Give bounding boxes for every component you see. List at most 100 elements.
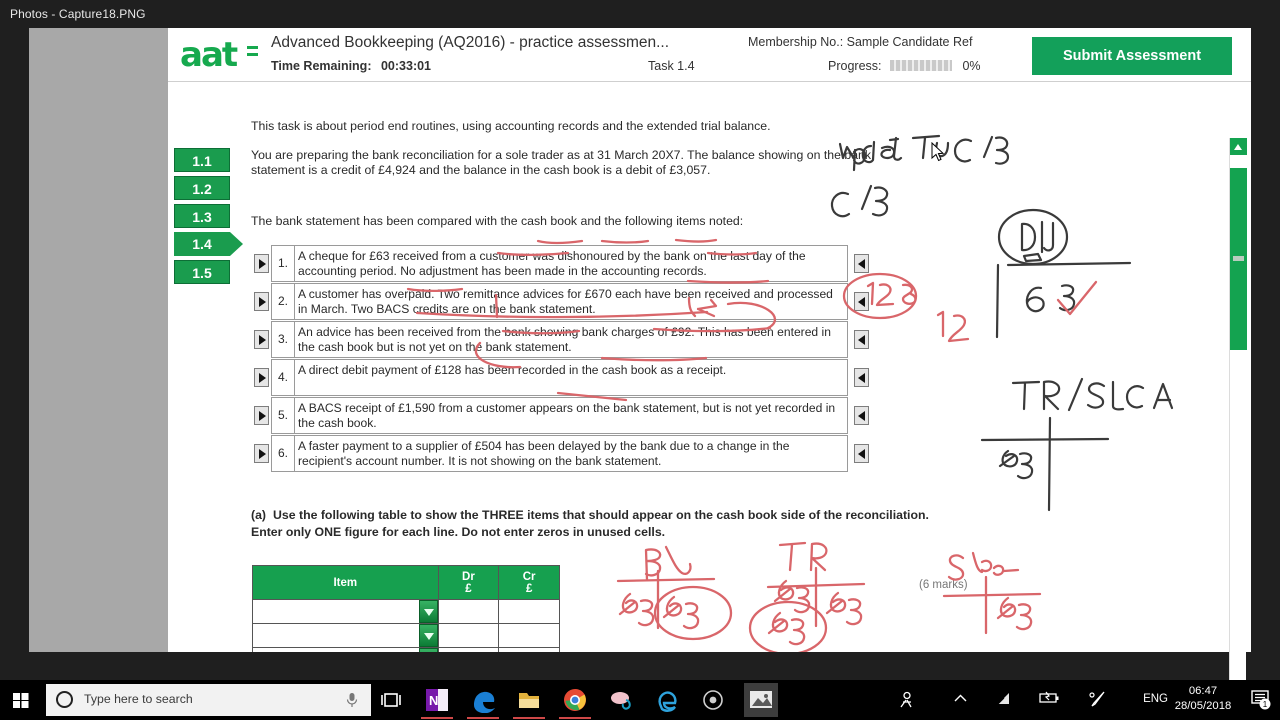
task-nav-item-1-2[interactable]: 1.2: [174, 176, 230, 200]
language-indicator[interactable]: ENG: [1143, 693, 1168, 705]
time-remaining-label: Time Remaining:: [271, 59, 372, 73]
intro-paragraph-1: This task is about period end routines, …: [251, 119, 771, 133]
task-nav-item-1-4[interactable]: 1.4: [174, 232, 243, 256]
column-header-cr-line1: Cr: [522, 570, 536, 583]
move-right-button[interactable]: [854, 330, 869, 349]
chrome-icon[interactable]: [559, 687, 591, 719]
chevron-down-icon[interactable]: [418, 624, 438, 647]
dr-input-cell[interactable]: [437, 623, 500, 648]
svg-text:N: N: [429, 693, 438, 708]
window-title: Photos - Capture18.PNG: [10, 7, 146, 21]
part-a-text: Use the following table to show the THRE…: [251, 508, 929, 539]
item-number: 6.: [272, 436, 295, 471]
notifications-icon[interactable]: 1: [1251, 690, 1272, 710]
item-text: A customer has overpaid. Two remittance …: [298, 287, 833, 316]
task-nav-item-1-5[interactable]: 1.5: [174, 260, 230, 284]
move-right-button[interactable]: [854, 292, 869, 311]
item-box: 6. A faster payment to a supplier of £504…: [271, 435, 848, 472]
start-button[interactable]: [6, 686, 36, 714]
item-text: A cheque for £63 received from a custome…: [298, 249, 806, 278]
item-box: 4. A direct debit payment of £128 has bee…: [271, 359, 848, 396]
page-title: Advanced Bookkeeping (AQ2016) - practice…: [271, 34, 670, 51]
photos-icon[interactable]: [744, 683, 778, 717]
item-text: A faster payment to a supplier of £504 h…: [298, 439, 790, 468]
task-nav-item-1-1[interactable]: 1.1: [174, 148, 230, 172]
move-left-button[interactable]: [254, 444, 269, 463]
people-icon[interactable]: [898, 691, 915, 708]
move-left-button[interactable]: [254, 292, 269, 311]
reconciliation-item-row: 2. A customer has overpaid. Two remittanc…: [252, 283, 869, 320]
aat-logo-bar-bottom: [247, 53, 258, 56]
recorder-icon[interactable]: [700, 687, 726, 713]
search-placeholder: Type here to search: [84, 692, 193, 706]
cr-input-cell[interactable]: [498, 599, 560, 624]
scroll-up-arrow-icon[interactable]: [1230, 138, 1247, 155]
internet-explorer-icon[interactable]: [654, 687, 680, 713]
item-number: 4.: [272, 360, 295, 395]
move-right-button[interactable]: [854, 406, 869, 425]
reconciliation-item-row: 1. A cheque for £63 received from a custo…: [252, 245, 869, 282]
move-left-button[interactable]: [254, 406, 269, 425]
item-select-cell[interactable]: [252, 599, 439, 624]
scrollbar-thumb[interactable]: [1230, 168, 1247, 350]
marks-label: (6 marks): [919, 579, 968, 591]
item-number: 2.: [272, 284, 295, 319]
submit-assessment-button[interactable]: Submit Assessment: [1032, 37, 1232, 75]
search-icon: [56, 691, 73, 708]
time-remaining-value: 00:33:01: [380, 59, 432, 73]
item-box: 1. A cheque for £63 received from a custo…: [271, 245, 848, 282]
file-explorer-icon[interactable]: [513, 687, 545, 719]
progress-bar: [889, 60, 952, 71]
reconciliation-items-list: 1. A cheque for £63 received from a custo…: [252, 245, 869, 473]
move-left-button[interactable]: [254, 254, 269, 273]
move-right-button[interactable]: [854, 368, 869, 387]
task-nav-item-1-3[interactable]: 1.3: [174, 204, 230, 228]
move-left-button[interactable]: [254, 330, 269, 349]
dr-input-cell[interactable]: [437, 647, 500, 652]
assessment-header: aat Advanced Bookkeeping (AQ2016) - prac…: [168, 28, 1251, 82]
answer-table-row: [252, 647, 560, 652]
answer-table: Item Dr £ Cr £: [252, 565, 560, 652]
chevron-up-icon[interactable]: [953, 691, 968, 706]
cr-input-cell[interactable]: [498, 623, 560, 648]
paint-3d-icon[interactable]: [608, 687, 634, 713]
item-select-cell[interactable]: [252, 647, 439, 652]
battery-icon[interactable]: [1039, 691, 1060, 705]
progress-value: 0%: [962, 59, 981, 73]
item-number: 1.: [272, 246, 295, 281]
vertical-scrollbar[interactable]: [1229, 138, 1247, 704]
chevron-down-icon[interactable]: [418, 600, 438, 623]
wifi-icon[interactable]: [995, 691, 1012, 706]
answer-table-header-row: Item Dr £ Cr £: [252, 565, 560, 600]
part-a-instruction: (a) Use the following table to show the …: [251, 507, 951, 541]
search-input[interactable]: Type here to search: [46, 684, 371, 716]
task-navigation: 1.1 1.2 1.3 1.4 1.5: [174, 148, 243, 288]
notification-count: 1: [1263, 700, 1268, 709]
item-box: 5. A BACS receipt of £1,590 from a custom…: [271, 397, 848, 434]
move-left-button[interactable]: [254, 368, 269, 387]
onenote-icon[interactable]: N: [421, 687, 453, 719]
item-select-cell[interactable]: [252, 623, 439, 648]
current-task-label: Task 1.4: [648, 59, 695, 73]
chevron-down-icon[interactable]: [418, 648, 438, 652]
task-view-icon[interactable]: [378, 687, 404, 713]
aat-logo-bar-top: [247, 46, 258, 49]
microphone-icon[interactable]: [345, 692, 359, 708]
clock[interactable]: 06:47 28/05/2018: [1172, 684, 1234, 714]
move-right-button[interactable]: [854, 444, 869, 463]
progress-indicator: Progress: 0%: [828, 59, 981, 73]
assessment-screenshot: aat Advanced Bookkeeping (AQ2016) - prac…: [168, 28, 1251, 704]
photos-app-window: Photos - Capture18.PNG aat Advanced Book…: [0, 0, 1280, 704]
part-a-letter: (a): [251, 508, 267, 522]
pen-icon[interactable]: [1089, 691, 1108, 707]
column-header-item: Item: [252, 565, 439, 600]
clock-date: 28/05/2018: [1174, 700, 1232, 712]
cr-input-cell[interactable]: [498, 647, 560, 652]
edge-icon[interactable]: [467, 687, 499, 719]
reconciliation-item-row: 6. A faster payment to a supplier of £504…: [252, 435, 869, 472]
dr-input-cell[interactable]: [437, 599, 500, 624]
move-right-button[interactable]: [854, 254, 869, 273]
column-header-dr-line2: £: [465, 582, 472, 595]
intro-paragraph-3: The bank statement has been compared wit…: [251, 214, 744, 228]
answer-table-row: [252, 623, 560, 648]
